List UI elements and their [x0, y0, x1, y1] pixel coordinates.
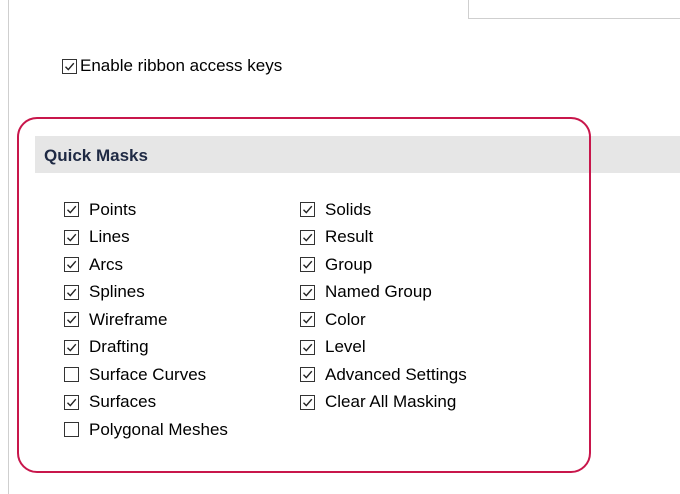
panel-left-border: [8, 0, 9, 494]
quick-masks-highlight: [17, 117, 591, 473]
ribbon-access-keys-option[interactable]: Enable ribbon access keys: [62, 56, 282, 76]
ribbon-access-keys-checkbox[interactable]: [62, 58, 77, 74]
top-field-edge: [468, 0, 680, 19]
checkmark-icon: [65, 62, 75, 71]
ribbon-access-keys-label: Enable ribbon access keys: [80, 56, 283, 75]
